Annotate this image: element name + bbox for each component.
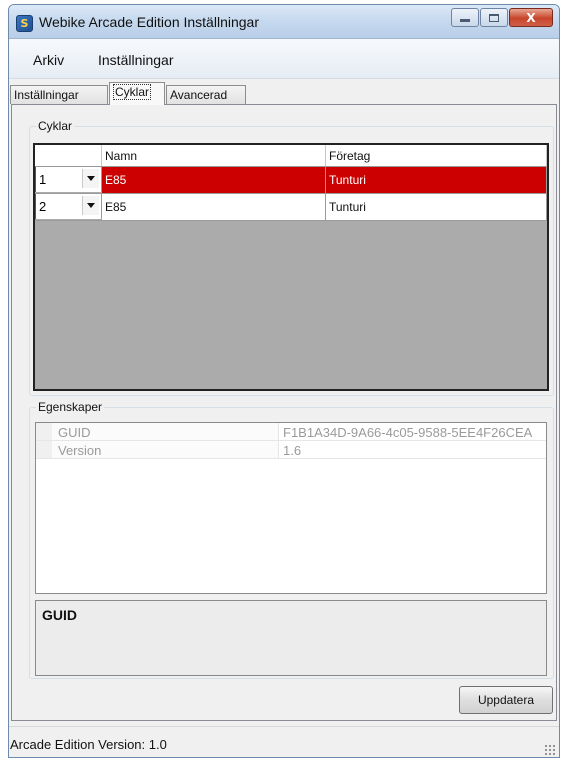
- property-value[interactable]: 1.6: [279, 441, 546, 458]
- property-grid[interactable]: GUID F1B1A34D-9A66-4c05-9588-5EE4F26CEA …: [35, 422, 547, 594]
- tab-cyklar-label: Cyklar: [113, 84, 152, 100]
- minimize-icon: [460, 19, 470, 22]
- row-index-combobox[interactable]: 1: [35, 167, 102, 192]
- row-index-value: 1: [39, 172, 47, 187]
- row-index-combobox[interactable]: 2: [35, 194, 102, 219]
- window-title: Webike Arcade Edition Inställningar: [39, 14, 259, 30]
- bikes-group-title: Cyklar: [36, 119, 75, 133]
- dropdown-arrow-icon[interactable]: [82, 169, 99, 188]
- bikes-groupbox: Cyklar Namn Företag 1 E85 Tunturi 2 E85 …: [29, 119, 554, 396]
- minimize-button[interactable]: [451, 8, 479, 27]
- property-value[interactable]: F1B1A34D-9A66-4c05-9588-5EE4F26CEA: [279, 423, 546, 440]
- title-bar[interactable]: S Webike Arcade Edition Inställningar X: [9, 5, 559, 39]
- properties-groupbox: Egenskaper GUID F1B1A34D-9A66-4c05-9588-…: [29, 400, 554, 679]
- row-name-cell[interactable]: E85: [102, 194, 326, 220]
- property-name: Version: [52, 441, 279, 458]
- bikes-grid[interactable]: Namn Företag 1 E85 Tunturi 2 E85 Tunturi: [33, 143, 549, 391]
- tab-cyklar[interactable]: Cyklar: [109, 82, 165, 105]
- properties-group-title: Egenskaper: [36, 400, 105, 414]
- table-row[interactable]: 2 E85 Tunturi: [35, 194, 547, 221]
- dropdown-arrow-icon[interactable]: [82, 196, 99, 215]
- settings-window: S Webike Arcade Edition Inställningar X …: [8, 4, 560, 758]
- table-row[interactable]: 1 E85 Tunturi: [35, 167, 547, 194]
- row-name-cell[interactable]: E85: [102, 167, 326, 193]
- resize-grip-icon[interactable]: [544, 744, 556, 756]
- property-name: GUID: [52, 423, 279, 440]
- tab-installningar[interactable]: Inställningar: [10, 85, 108, 104]
- close-button[interactable]: X: [509, 8, 553, 27]
- row-index-value: 2: [39, 199, 47, 214]
- menu-installningar[interactable]: Inställningar: [98, 52, 174, 68]
- column-header-index[interactable]: [35, 145, 102, 166]
- property-help-panel: GUID: [35, 600, 547, 676]
- tab-strip: Inställningar Cyklar Avancerad: [9, 82, 559, 105]
- menu-arkiv[interactable]: Arkiv: [33, 52, 64, 68]
- row-company-cell[interactable]: Tunturi: [326, 167, 547, 193]
- property-row[interactable]: GUID F1B1A34D-9A66-4c05-9588-5EE4F26CEA: [36, 423, 546, 441]
- status-version-text: Arcade Edition Version: 1.0: [10, 737, 167, 752]
- row-company-cell[interactable]: Tunturi: [326, 194, 547, 220]
- maximize-icon: [489, 13, 499, 22]
- tab-avancerad[interactable]: Avancerad: [166, 85, 246, 104]
- app-icon[interactable]: S: [16, 15, 33, 32]
- column-header-foretag[interactable]: Företag: [326, 145, 547, 166]
- status-bar: Arcade Edition Version: 1.0: [9, 726, 559, 757]
- property-row[interactable]: Version 1.6: [36, 441, 546, 459]
- update-button[interactable]: Uppdatera: [459, 686, 553, 714]
- grid-header: Namn Företag: [35, 145, 547, 167]
- tab-panel-cyklar: Cyklar Namn Företag 1 E85 Tunturi 2 E85 …: [11, 104, 557, 721]
- column-header-namn[interactable]: Namn: [102, 145, 326, 166]
- window-controls: X: [450, 8, 553, 27]
- close-icon: X: [526, 10, 536, 25]
- maximize-button[interactable]: [480, 8, 508, 27]
- property-help-title: GUID: [42, 607, 77, 623]
- menu-bar: Arkiv Inställningar: [9, 39, 559, 79]
